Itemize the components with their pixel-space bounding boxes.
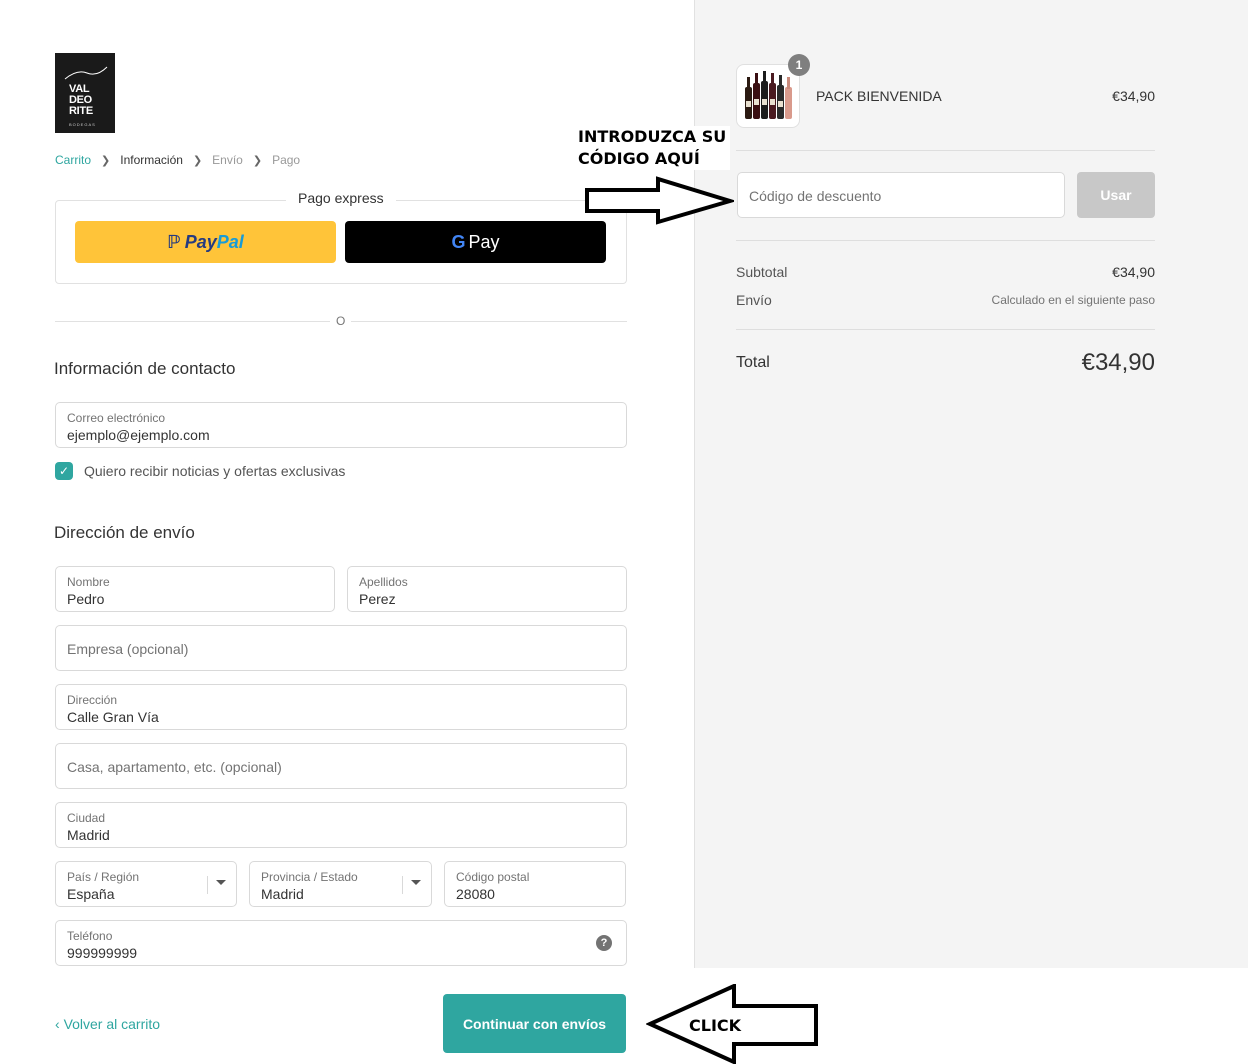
address-value: Calle Gran Vía <box>67 709 159 725</box>
brand-logo[interactable]: VAL DEO RITE BODEGAS <box>55 53 115 133</box>
chevron-down-icon <box>216 880 226 885</box>
breadcrumb: Carrito ❯ Información ❯ Envío ❯ Pago <box>55 153 300 167</box>
shipping-heading: Dirección de envío <box>54 523 195 542</box>
breadcrumb-cart[interactable]: Carrito <box>55 153 91 167</box>
phone-label: Teléfono <box>67 929 113 943</box>
arrow-right-icon <box>585 176 734 225</box>
logo-swoosh-icon <box>64 66 108 80</box>
shipping-value: Calculado en el siguiente paso <box>991 293 1155 307</box>
email-label: Correo electrónico <box>67 411 166 425</box>
quantity-badge: 1 <box>788 54 810 76</box>
divider <box>736 150 1155 151</box>
discount-placeholder: Código de descuento <box>749 188 882 204</box>
help-icon[interactable]: ? <box>596 935 612 951</box>
total-value: €34,90 <box>1081 349 1155 376</box>
back-to-cart-link[interactable]: ‹ Volver al carrito <box>55 1016 160 1032</box>
logo-text: VAL DEO RITE <box>69 83 93 117</box>
company-placeholder: Empresa (opcional) <box>67 641 189 657</box>
divider <box>736 329 1155 330</box>
chevron-down-icon <box>411 880 421 885</box>
select-separator <box>402 876 403 894</box>
first-name-field[interactable]: Nombre Pedro <box>55 566 335 612</box>
product-thumbnail <box>736 64 800 128</box>
last-name-field[interactable]: Apellidos Perez <box>347 566 627 612</box>
first-name-value: Pedro <box>67 591 105 607</box>
divider <box>736 240 1155 241</box>
annotation-code-hint: INTRODUZCA SU CÓDIGO AQUÍ <box>574 126 731 170</box>
annotation-code-line1: INTRODUZCA SU <box>578 127 727 146</box>
subtotal-value: €34,90 <box>1112 264 1155 280</box>
divider-text: O <box>330 314 352 328</box>
address-field[interactable]: Dirección Calle Gran Vía <box>55 684 627 730</box>
subtotal-label: Subtotal <box>736 264 788 280</box>
first-name-label: Nombre <box>67 575 110 589</box>
discount-code-input[interactable]: Código de descuento <box>737 172 1065 218</box>
city-value: Madrid <box>67 827 110 843</box>
last-name-label: Apellidos <box>359 575 408 589</box>
continue-shipping-button[interactable]: Continuar con envíos <box>443 994 626 1053</box>
contact-heading: Información de contacto <box>54 359 236 378</box>
company-field[interactable]: Empresa (opcional) <box>55 625 627 671</box>
chevron-left-icon: ‹ <box>55 1016 60 1032</box>
google-g-icon: G <box>451 231 466 252</box>
province-label: Provincia / Estado <box>261 870 358 884</box>
total-label: Total <box>736 354 770 371</box>
logo-subtext: BODEGAS <box>69 122 96 127</box>
order-summary-panel <box>694 0 1248 968</box>
apartment-field[interactable]: Casa, apartamento, etc. (opcional) <box>55 743 627 789</box>
express-checkout-title: Pago express <box>286 190 396 206</box>
google-pay-label: Pay <box>468 231 500 252</box>
apartment-placeholder: Casa, apartamento, etc. (opcional) <box>67 759 282 775</box>
newsletter-checkbox[interactable]: ✓ <box>55 462 73 480</box>
chevron-right-icon: ❯ <box>101 154 111 167</box>
paypal-icon: ℙ <box>167 231 181 252</box>
province-value: Madrid <box>261 886 304 902</box>
breadcrumb-payment: Pago <box>272 153 301 167</box>
phone-value: 999999999 <box>67 945 138 961</box>
paypal-button[interactable]: ℙ Pay Pal <box>75 221 336 263</box>
last-name-value: Perez <box>359 591 396 607</box>
email-value: ejemplo@ejemplo.com <box>67 427 210 443</box>
country-select[interactable]: País / Región España <box>55 861 237 907</box>
breadcrumb-information: Información <box>120 153 183 167</box>
paypal-label-pal: Pal <box>216 231 244 252</box>
paypal-label-pay: Pay <box>184 231 217 252</box>
apply-discount-button[interactable]: Usar <box>1077 172 1155 218</box>
shipping-label: Envío <box>736 292 772 308</box>
wine-bottles-image <box>745 71 792 119</box>
phone-field[interactable]: Teléfono 999999999 ? <box>55 920 627 966</box>
province-select[interactable]: Provincia / Estado Madrid <box>249 861 432 907</box>
address-label: Dirección <box>67 693 118 707</box>
newsletter-label: Quiero recibir noticias y ofertas exclus… <box>84 463 346 479</box>
chevron-right-icon: ❯ <box>252 154 263 167</box>
breadcrumb-shipping: Envío <box>212 153 243 167</box>
annotation-code-line2: CÓDIGO AQUÍ <box>578 149 700 168</box>
email-field[interactable]: Correo electrónico ejemplo@ejemplo.com <box>55 402 627 448</box>
back-to-cart-label: Volver al carrito <box>63 1016 161 1032</box>
postal-code-label: Código postal <box>456 870 530 884</box>
postal-code-field[interactable]: Código postal 28080 <box>444 861 626 907</box>
google-pay-button[interactable]: G Pay <box>345 221 606 263</box>
postal-code-value: 28080 <box>456 886 495 902</box>
city-label: Ciudad <box>67 811 106 825</box>
product-price: €34,90 <box>1112 88 1155 104</box>
select-separator <box>207 876 208 894</box>
annotation-click: CLICK <box>689 1016 742 1035</box>
country-value: España <box>67 886 115 902</box>
country-label: País / Región <box>67 870 140 884</box>
chevron-right-icon: ❯ <box>192 154 203 167</box>
city-field[interactable]: Ciudad Madrid <box>55 802 627 848</box>
product-name: PACK BIENVENIDA <box>816 88 942 104</box>
